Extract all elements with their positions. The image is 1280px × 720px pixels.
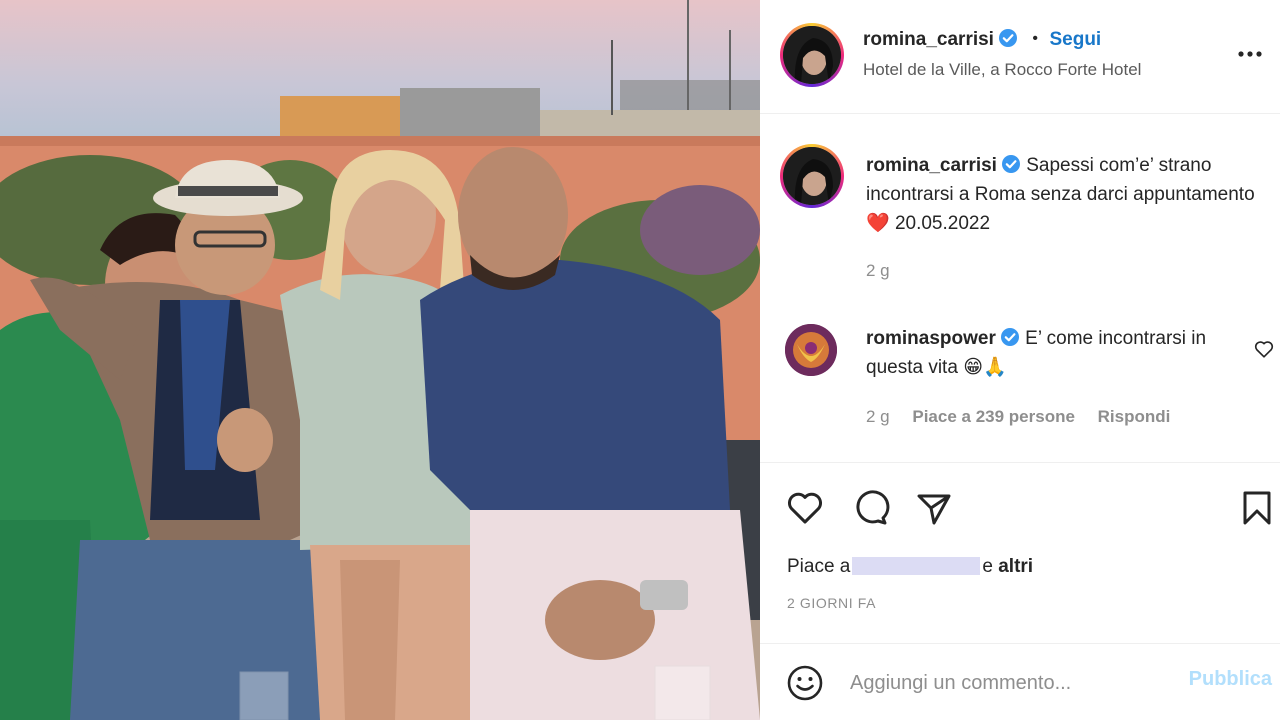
comment-icon[interactable] <box>850 488 890 528</box>
post-photo[interactable] <box>0 0 760 720</box>
add-comment-input[interactable] <box>850 668 1170 698</box>
bookmark-icon[interactable] <box>1237 488 1277 528</box>
caption-time[interactable]: 2 g <box>866 261 890 281</box>
caption-author-avatar[interactable] <box>780 144 844 208</box>
emoji-icon[interactable] <box>786 664 824 702</box>
author-avatar[interactable] <box>780 23 844 87</box>
post-timestamp[interactable]: 2 GIORNI FA <box>787 595 876 611</box>
heart-emoji: ❤️ <box>866 213 890 234</box>
post-location[interactable]: Hotel de la Ville, a Rocco Forte Hotel <box>863 60 1141 80</box>
add-comment-bar: Pubblica <box>760 643 1280 720</box>
separator-dot: • <box>1032 30 1039 47</box>
caption-author[interactable]: romina_carrisi <box>866 155 997 176</box>
publish-button[interactable]: Pubblica <box>1189 668 1272 691</box>
comment-time[interactable]: 2 g <box>866 407 890 426</box>
post-photo-image <box>0 0 760 720</box>
comment-text-block: rominaspower E’ come incontrarsi in ques… <box>866 324 1226 382</box>
caption-text-block: romina_carrisi Sapessi com’e’ strano inc… <box>866 151 1266 238</box>
comment-emojis: 😁🙏 <box>963 357 1007 378</box>
comment-meta: 2 g Piace a 239 persone Rispondi <box>866 407 1188 427</box>
likes-others[interactable]: altri <box>998 556 1033 577</box>
author-avatar-image <box>783 26 841 84</box>
follow-button[interactable]: Segui <box>1049 29 1101 50</box>
verified-badge-icon <box>998 29 1017 47</box>
commenter-avatar-image <box>785 324 837 376</box>
post-header: romina_carrisi • Segui Hotel de la Ville… <box>760 0 1280 114</box>
share-icon[interactable] <box>914 488 954 528</box>
verified-badge-icon <box>1001 155 1020 173</box>
likes-summary[interactable]: Piace a e altri <box>787 556 1033 578</box>
redacted-username <box>852 557 981 575</box>
heart-icon[interactable] <box>785 488 825 528</box>
reply-button[interactable]: Rispondi <box>1098 407 1171 426</box>
comment-like-heart-icon[interactable] <box>1253 338 1275 360</box>
likes-prefix: Piace a <box>787 556 851 577</box>
post-details-panel: romina_carrisi • Segui Hotel de la Ville… <box>760 0 1280 720</box>
caption-date: 20.05.2022 <box>894 213 991 234</box>
author-username[interactable]: romina_carrisi <box>863 29 994 50</box>
caption-avatar-image <box>783 147 841 205</box>
likes-connector: e <box>982 556 993 577</box>
commenter-avatar[interactable] <box>785 324 837 376</box>
comment-author[interactable]: rominaspower <box>866 328 996 349</box>
verified-badge-icon <box>1000 328 1019 346</box>
action-bar: Piace a e altri 2 GIORNI FA <box>760 462 1280 622</box>
more-options-icon[interactable] <box>1236 44 1264 64</box>
comment-likes[interactable]: Piace a 239 persone <box>912 407 1075 426</box>
